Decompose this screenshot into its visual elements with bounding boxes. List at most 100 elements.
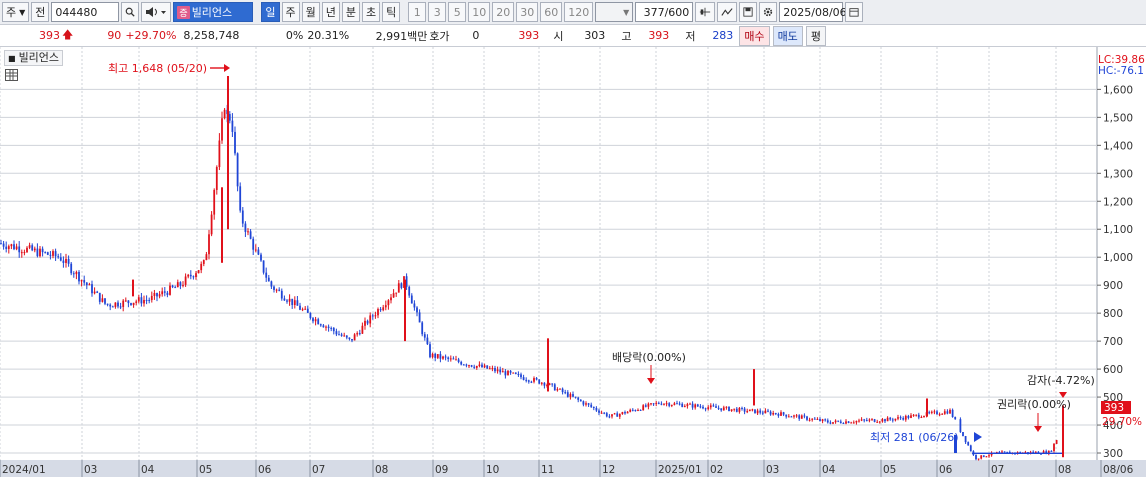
candle-body <box>143 299 145 304</box>
candle-body <box>377 309 379 316</box>
candle-body <box>832 422 834 424</box>
interval-3[interactable]: 3 <box>428 2 447 22</box>
candle-body <box>863 419 866 421</box>
y-tick-label: 1,600 <box>1103 84 1133 96</box>
candle-body <box>153 293 156 296</box>
gear-icon[interactable] <box>759 2 778 22</box>
crosshair-icon[interactable] <box>695 2 716 22</box>
candle-body <box>683 406 686 408</box>
period-month[interactable]: 월 <box>301 2 320 22</box>
speaker-icon[interactable] <box>141 2 172 22</box>
candle-body <box>345 335 348 338</box>
period-year[interactable]: 년 <box>321 2 340 22</box>
count-value: 377 <box>643 5 665 19</box>
candle-body <box>481 364 483 368</box>
volume: 8,258,748 <box>183 29 240 42</box>
candle-body <box>197 270 200 274</box>
series-legend[interactable]: ■ 빌리언스 <box>4 50 64 66</box>
candle-body <box>319 324 322 326</box>
candle-body <box>767 410 769 412</box>
avg-button[interactable]: 평 <box>805 25 826 46</box>
save-icon[interactable] <box>739 2 758 22</box>
hoga-value: 0 <box>472 29 480 42</box>
interval-1[interactable]: 1 <box>408 2 427 22</box>
candle-body <box>891 419 894 421</box>
table-icon[interactable] <box>5 69 18 81</box>
candle-body <box>332 328 335 332</box>
candle-body <box>777 414 780 416</box>
candle-body <box>270 281 273 287</box>
period-second[interactable]: 초 <box>362 2 381 22</box>
candle-body <box>959 419 962 433</box>
period-minute[interactable]: 분 <box>341 2 361 22</box>
candle-body <box>572 394 574 397</box>
market-select[interactable]: 주 ▼ <box>2 2 30 22</box>
high-value: 393 <box>648 29 670 42</box>
interval-120[interactable]: 120 <box>564 2 594 22</box>
stock-code-input[interactable]: 044480 <box>51 2 120 22</box>
search-icon[interactable] <box>121 2 140 22</box>
count-field[interactable]: 377/600 <box>635 2 694 22</box>
candle-body <box>754 409 756 414</box>
candle-body <box>293 300 296 305</box>
candle-body <box>946 411 949 414</box>
candle-body <box>473 366 476 368</box>
price-chart[interactable]: 300 400 500 600 700 800 900 1,000 1,100 1,200 1,30… <box>0 47 1146 477</box>
candle-body <box>179 282 182 286</box>
interval-60[interactable]: 60 <box>540 2 563 22</box>
candle-body <box>254 249 257 251</box>
candle-body <box>429 344 431 358</box>
candle-body <box>969 445 972 452</box>
hoga-label: 호가 <box>429 29 450 43</box>
candle-body <box>325 326 327 328</box>
candle-body <box>306 308 309 313</box>
x-tick-label: 07 <box>312 464 325 476</box>
candle-body <box>444 356 447 358</box>
candle-body <box>127 300 130 304</box>
x-tick-label: 04 <box>822 464 836 476</box>
period-week[interactable]: 주 <box>281 2 300 22</box>
min-price-label: 최저 281 (06/26) <box>870 431 959 444</box>
candle-body <box>507 370 509 376</box>
candle-body <box>673 403 676 405</box>
candle-body <box>488 368 491 370</box>
candle-body <box>982 455 985 457</box>
prev-button[interactable]: 전 <box>31 2 50 22</box>
calendar-icon[interactable] <box>845 2 864 22</box>
candle-body <box>88 284 91 286</box>
interval-10[interactable]: 10 <box>468 2 491 22</box>
stock-name-field[interactable]: 증 빌리언스 <box>173 2 254 22</box>
candle-body <box>189 274 192 277</box>
candle-body <box>611 414 613 417</box>
candle-body <box>652 403 655 405</box>
period-tick[interactable]: 틱 <box>382 2 401 22</box>
candle-body <box>148 299 151 301</box>
line-tool-icon[interactable] <box>717 2 738 22</box>
candle-body <box>195 273 197 278</box>
candle-body <box>889 417 892 420</box>
sell-button[interactable]: 매도 <box>772 25 803 46</box>
buy-button[interactable]: 매수 <box>739 25 770 46</box>
candle-body <box>436 354 439 358</box>
y-tick-label: 1,500 <box>1103 112 1133 124</box>
candle-body <box>533 378 535 382</box>
interval-20[interactable]: 20 <box>492 2 515 22</box>
candle-body <box>418 312 421 323</box>
interval-5[interactable]: 5 <box>448 2 467 22</box>
candle-body <box>361 325 364 334</box>
candle-body <box>642 405 645 411</box>
candle-body <box>54 251 57 257</box>
candle-body <box>301 309 304 311</box>
candle-body <box>434 353 437 358</box>
candle-body <box>286 300 288 302</box>
period-day[interactable]: 일 <box>261 2 280 22</box>
custom-interval-input[interactable]: ▼ <box>595 2 634 22</box>
candle-body <box>465 364 468 366</box>
date-input[interactable]: 2025/08/06 <box>779 2 847 22</box>
candle-body <box>228 114 231 121</box>
candle-body <box>764 410 767 414</box>
candle-body <box>624 412 626 414</box>
candle-body <box>868 419 871 421</box>
candle-body <box>590 404 593 407</box>
interval-30[interactable]: 30 <box>516 2 539 22</box>
